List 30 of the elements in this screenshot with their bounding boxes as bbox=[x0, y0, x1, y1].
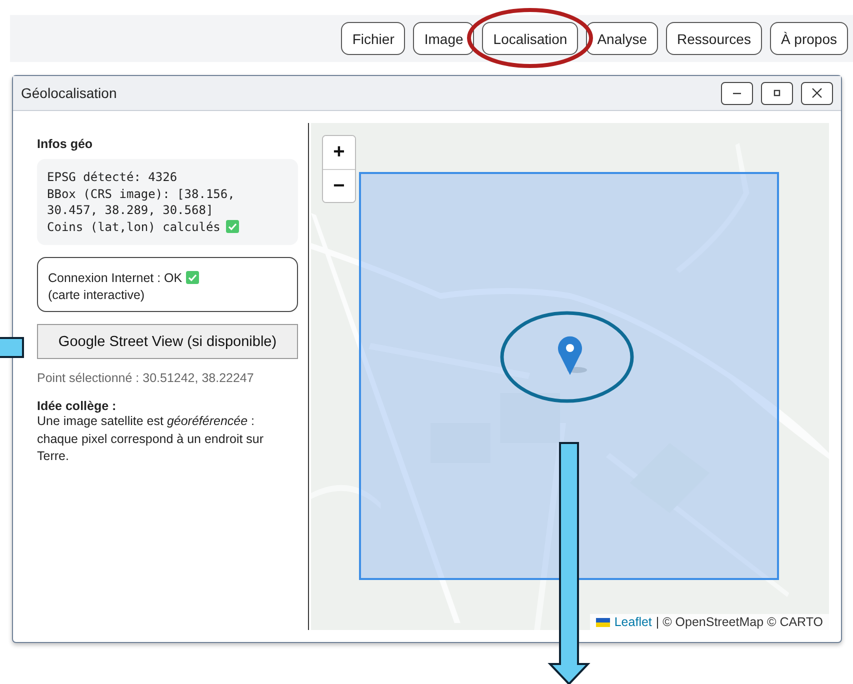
street-view-button[interactable]: Google Street View (si disponible) bbox=[37, 324, 298, 359]
selected-point-text: Point sélectionné : 30.51242, 38.22247 bbox=[37, 371, 255, 385]
window-title: Géolocalisation bbox=[21, 85, 117, 101]
menu-button[interactable]: Image bbox=[413, 22, 474, 55]
info-line: BBox (CRS image): [38.156, 30.457, 38.289, 30.568] bbox=[47, 186, 236, 218]
map-marker-icon[interactable] bbox=[557, 336, 589, 376]
section-title: Infos géo bbox=[37, 137, 94, 151]
check-icon bbox=[186, 271, 199, 284]
arrow-shaft bbox=[0, 337, 24, 358]
close-button[interactable] bbox=[801, 82, 833, 104]
info-line: Coins (lat,lon) calculés bbox=[47, 218, 220, 235]
menu-button[interactable]: À propos bbox=[770, 22, 848, 55]
flag-icon bbox=[596, 618, 610, 626]
attribution-text: | © OpenStreetMap © CARTO bbox=[656, 615, 823, 629]
menu-button[interactable]: Fichier bbox=[341, 22, 406, 55]
tip-title: Idée collège : bbox=[37, 399, 118, 413]
check-icon bbox=[226, 220, 240, 234]
maximize-icon bbox=[772, 88, 782, 98]
zoom-out-button[interactable]: − bbox=[323, 169, 355, 202]
status-text: Connexion Internet : OK bbox=[48, 271, 182, 285]
tip-text: Une image satellite est géoréférencée : chaque pixel correspond à un endroit sur Terre. bbox=[37, 413, 265, 465]
leaflet-link[interactable]: Leaflet bbox=[614, 615, 652, 629]
menu-button[interactable]: Localisation bbox=[482, 22, 578, 55]
close-icon bbox=[811, 87, 823, 99]
menu-button[interactable]: Ressources bbox=[666, 22, 762, 55]
status-text: (carte interactive) bbox=[48, 287, 145, 304]
maximize-button[interactable] bbox=[761, 82, 793, 104]
info-line: EPSG détecté: 4326 bbox=[47, 169, 178, 186]
minimize-button[interactable] bbox=[721, 82, 753, 104]
menu-button[interactable]: Analyse bbox=[586, 22, 658, 55]
